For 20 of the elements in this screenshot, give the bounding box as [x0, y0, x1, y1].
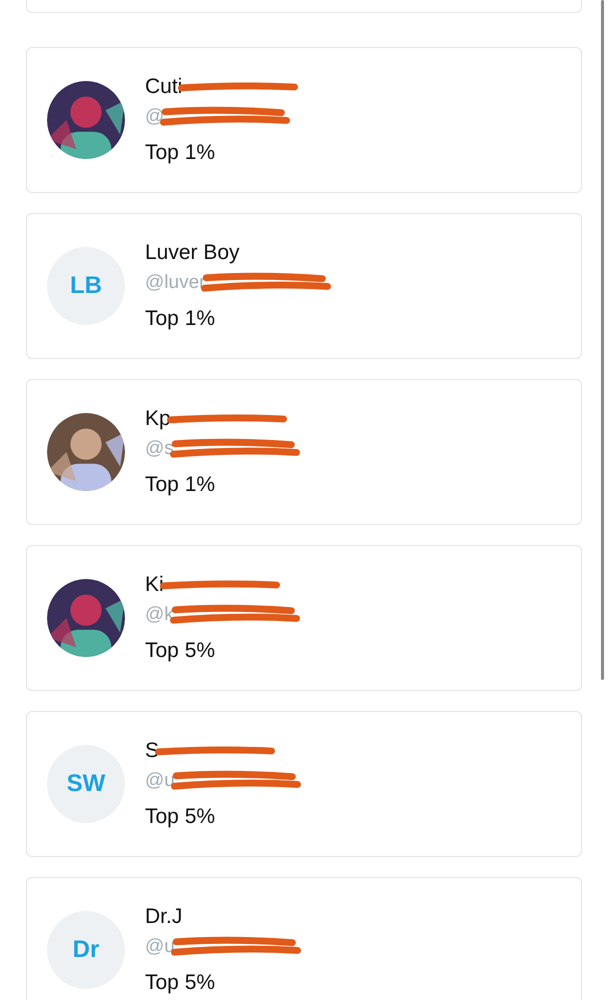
rank-label: Top 5% [145, 805, 216, 829]
username: @u [145, 770, 175, 792]
username: @ [145, 106, 164, 128]
avatar-initials: SW [47, 745, 125, 823]
rank-label: Top 5% [145, 639, 216, 663]
rank-label: Top 1% [145, 307, 216, 331]
rank-label: Top 1% [145, 141, 216, 165]
username: @s [145, 438, 174, 460]
username: @k [145, 604, 174, 626]
fan-card[interactable]: Dr Dr.J @u Top 5% [26, 877, 582, 1000]
rank-label: Top 5% [145, 971, 216, 995]
username: @luver [145, 272, 206, 294]
scrollbar[interactable] [601, 0, 604, 680]
avatar-initials: LB [47, 247, 125, 325]
rank-label: Top 1% [145, 473, 216, 497]
username: @u [145, 936, 175, 958]
display-name: Dr.J [145, 905, 182, 929]
fan-card[interactable]: LB Luver Boy @luver Top 1% [26, 213, 582, 359]
avatar-initials: Dr [47, 911, 125, 989]
display-name: Luver Boy [145, 241, 240, 265]
